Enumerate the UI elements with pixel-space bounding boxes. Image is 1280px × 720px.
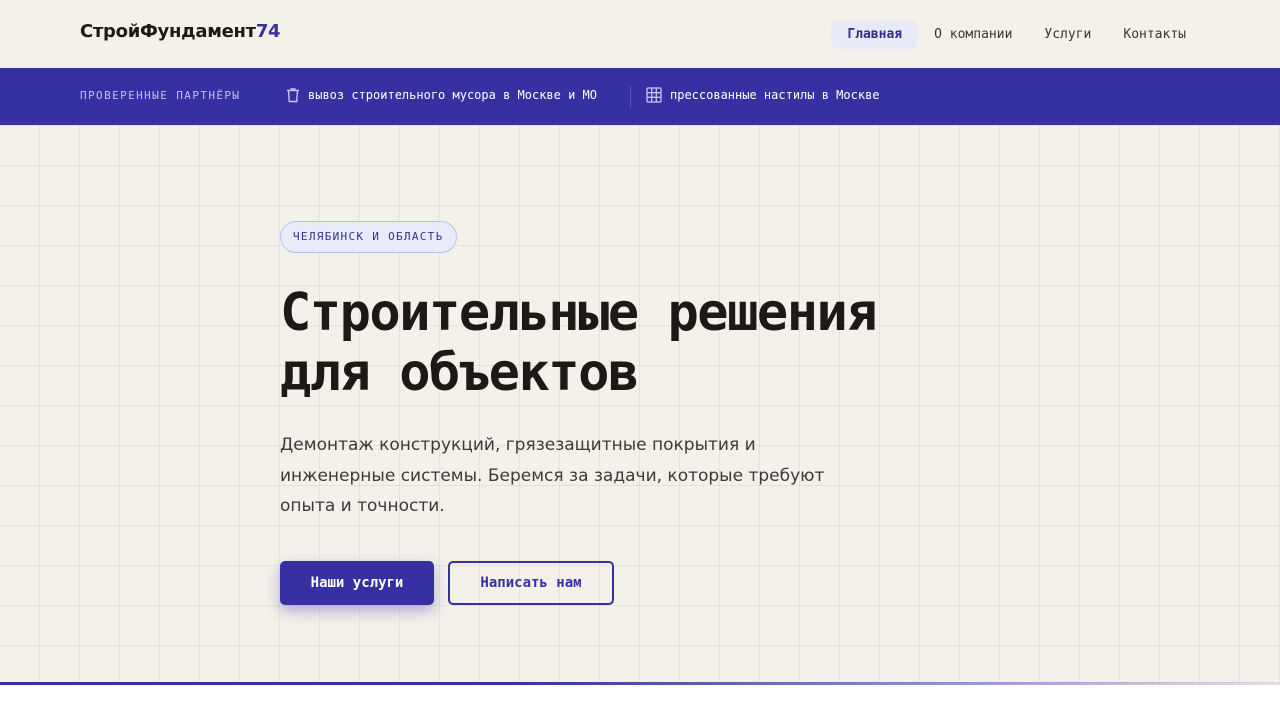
partner-label: прессованные настилы в Москве [670,88,880,102]
partners-title: ПРОВЕРЕННЫЕ ПАРТНЁРЫ [80,89,241,102]
hero-subtitle: Демонтаж конструкций, грязезащитные покр… [280,435,825,516]
write-us-button[interactable]: Написать нам [448,561,614,605]
site-header: СтройФундамент74 Главная О компании Услу… [0,0,1280,68]
partner-link-waste-removal[interactable]: вывоз строительного мусора в Москве и МО [286,87,597,103]
hero-title: Строительные решения для объектов [280,283,1000,403]
logo-text: СтройФундамент [80,21,256,42]
hero-title-line2: для объектов [280,343,639,403]
hero-section: ЧЕЛЯБИНСК И ОБЛАСТЬ Строительные решения… [0,125,1280,683]
trash-icon [286,87,300,103]
nav-item-about[interactable]: О компании [918,20,1028,49]
hero-title-line1: Строительные решения [280,283,878,343]
nav-item-contacts[interactable]: Контакты [1107,20,1202,49]
location-badge: ЧЕЛЯБИНСК И ОБЛАСТЬ [280,221,457,253]
main-nav: Главная О компании Услуги Контакты [831,20,1202,49]
logo[interactable]: СтройФундамент74 [80,21,281,42]
partners-bar: ПРОВЕРЕННЫЕ ПАРТНЁРЫ вывоз строительного… [0,68,1280,125]
partner-link-pressed-grating[interactable]: прессованные настилы в Москве [646,87,880,103]
our-services-button[interactable]: Наши услуги [280,561,434,605]
partner-label: вывоз строительного мусора в Москве и МО [308,88,597,102]
section-divider [0,682,1280,685]
partner-divider [630,86,631,108]
nav-item-services[interactable]: Услуги [1028,20,1107,49]
logo-suffix: 74 [255,21,281,42]
nav-item-home[interactable]: Главная [831,20,919,49]
grid-icon [646,87,662,103]
